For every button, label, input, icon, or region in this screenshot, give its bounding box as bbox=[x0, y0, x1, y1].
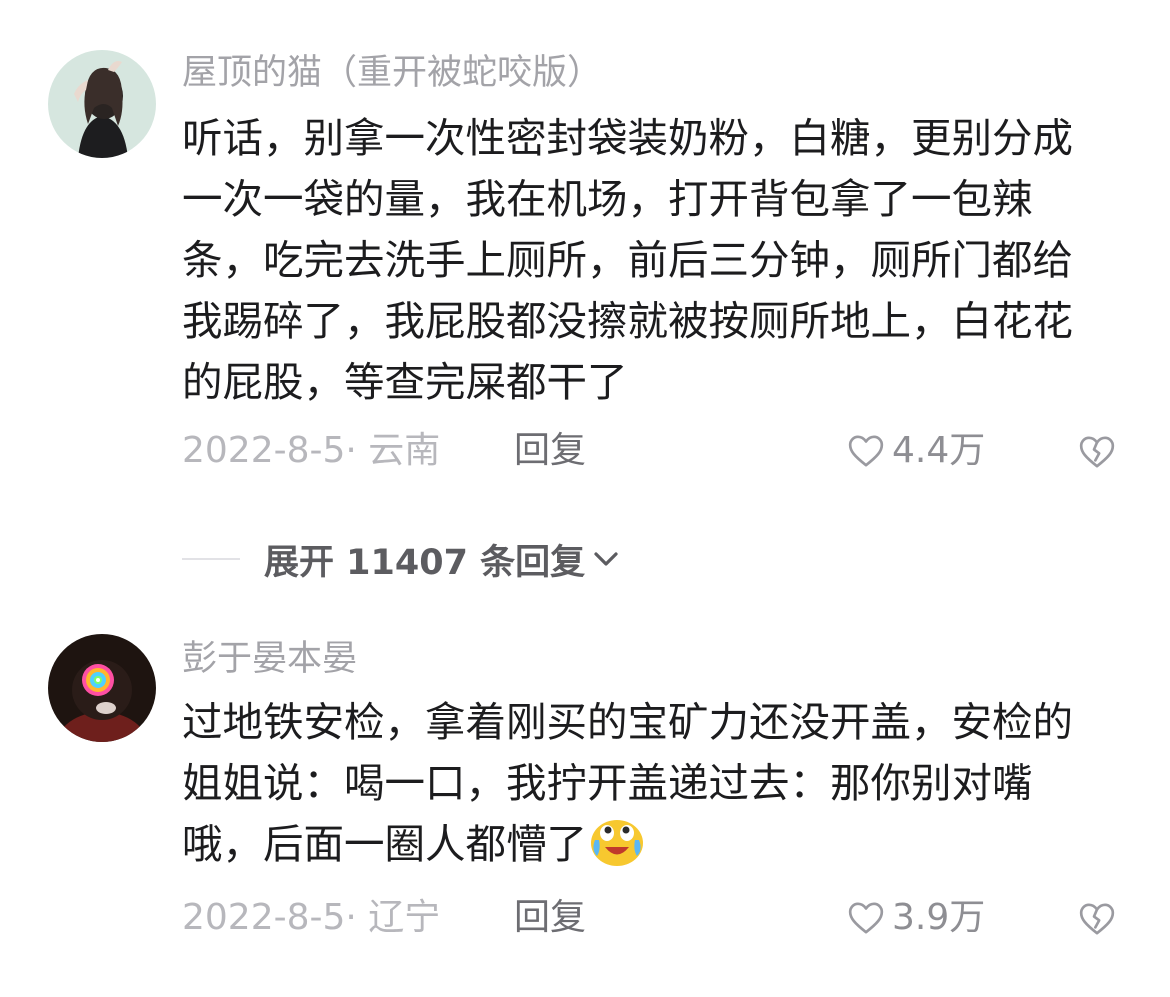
reply-button[interactable]: 回复 bbox=[514, 428, 586, 474]
broken-heart-icon bbox=[1079, 903, 1115, 935]
reply-button[interactable]: 回复 bbox=[514, 895, 586, 941]
comment-username[interactable]: 屋顶的猫（重开被蛇咬版） bbox=[182, 50, 602, 96]
like-count: 4.4万 bbox=[892, 430, 986, 471]
like-count: 3.9万 bbox=[892, 897, 986, 938]
expand-replies-button[interactable]: 展开 11407 条回复 bbox=[182, 534, 621, 584]
avatar[interactable] bbox=[48, 50, 156, 158]
comment-date-location: 2022-8-5· 云南 bbox=[182, 430, 441, 471]
comment-date-location: 2022-8-5· 辽宁 bbox=[182, 897, 441, 938]
comment-username[interactable]: 彭于晏本晏 bbox=[182, 636, 357, 682]
like-button[interactable]: 3.9万 bbox=[846, 895, 985, 941]
dislike-button[interactable] bbox=[1077, 899, 1117, 943]
dislike-button[interactable] bbox=[1077, 432, 1117, 476]
heart-outline-icon bbox=[848, 902, 884, 934]
chevron-down-icon bbox=[594, 552, 618, 566]
divider-line bbox=[182, 558, 240, 560]
heart-outline-icon bbox=[848, 435, 884, 467]
avatar[interactable] bbox=[48, 634, 156, 742]
expand-replies-label: 展开 11407 条回复 bbox=[264, 542, 586, 583]
comment-text: 听话，别拿一次性密封袋装奶粉，白糖，更别分成一次一袋的量，我在机场，打开背包拿了… bbox=[182, 114, 1073, 406]
crying-laughing-emoji bbox=[591, 820, 643, 866]
like-button[interactable]: 4.4万 bbox=[846, 428, 985, 474]
comment-text: 过地铁安检，拿着刚买的宝矿力还没开盖，安检的姐姐说：喝一口，我拧开盖递过去：那你… bbox=[182, 692, 1092, 875]
broken-heart-icon bbox=[1079, 436, 1115, 468]
